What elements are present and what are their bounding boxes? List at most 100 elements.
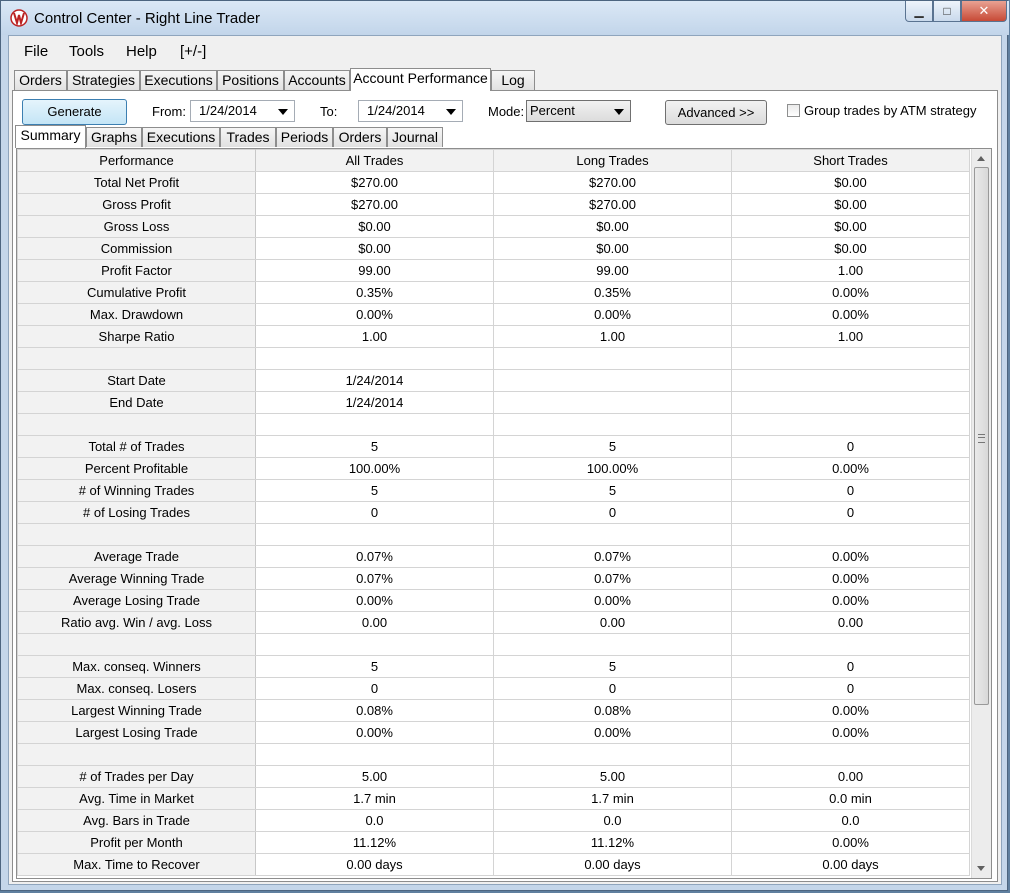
from-date-value: 1/24/2014	[199, 103, 257, 118]
table-row[interactable]	[17, 413, 970, 436]
metric-value-cell: 0.07%	[255, 567, 494, 590]
table-row[interactable]: Sharpe Ratio 1.00 1.00 1.00	[17, 325, 970, 348]
table-row[interactable]: Largest Losing Trade 0.00% 0.00% 0.00%	[17, 721, 970, 744]
vertical-scrollbar[interactable]	[971, 149, 991, 878]
tab-orders[interactable]: Orders	[14, 70, 67, 90]
table-row[interactable]: Cumulative Profit 0.35% 0.35% 0.00%	[17, 281, 970, 304]
generate-button[interactable]: Generate	[22, 99, 127, 125]
table-row[interactable]: Gross Profit $270.00 $270.00 $0.00	[17, 193, 970, 216]
table-row[interactable]	[17, 743, 970, 766]
metric-value-cell: 0	[493, 501, 732, 524]
title-bar[interactable]: Control Center - Right Line Trader ▁ □ ✕	[1, 1, 1009, 35]
table-row[interactable]: Total Net Profit $270.00 $270.00 $0.00	[17, 171, 970, 194]
table-row[interactable]: End Date 1/24/2014	[17, 391, 970, 414]
advanced-button[interactable]: Advanced >>	[665, 100, 767, 125]
metric-name-cell: Gross Loss	[17, 215, 256, 238]
column-header-long-trades[interactable]: Long Trades	[493, 149, 732, 172]
column-header-short-trades[interactable]: Short Trades	[731, 149, 970, 172]
table-row[interactable]: Avg. Bars in Trade 0.0 0.0 0.0	[17, 809, 970, 832]
scrollbar-thumb[interactable]	[974, 167, 989, 705]
tab-accounts[interactable]: Accounts	[284, 70, 350, 90]
maximize-button[interactable]: □	[933, 1, 961, 22]
table-row[interactable]: Ratio avg. Win / avg. Loss 0.00 0.00 0.00	[17, 611, 970, 634]
tab-graphs[interactable]: Graphs	[86, 127, 142, 147]
metric-value-cell: 0.0	[493, 809, 732, 832]
menu-tools[interactable]: Tools	[69, 43, 104, 60]
metric-value-cell: 100.00%	[255, 457, 494, 480]
group-trades-label: Group trades by ATM strategy	[804, 103, 977, 118]
metric-value-cell: $270.00	[255, 171, 494, 194]
table-row[interactable]: # of Losing Trades 0 0 0	[17, 501, 970, 524]
menu-file[interactable]: File	[24, 43, 48, 60]
tab-account-performance[interactable]: Account Performance	[350, 68, 491, 91]
table-row[interactable]: Max. conseq. Losers 0 0 0	[17, 677, 970, 700]
metric-value-cell: $0.00	[731, 171, 970, 194]
table-row[interactable]: Profit Factor 99.00 99.00 1.00	[17, 259, 970, 282]
metric-value-cell: 0	[493, 677, 732, 700]
metric-value-cell: 1.00	[255, 325, 494, 348]
table-row[interactable]	[17, 347, 970, 370]
menu-help[interactable]: Help	[126, 43, 157, 60]
tab-strategies[interactable]: Strategies	[67, 70, 140, 90]
table-row[interactable]: Average Winning Trade 0.07% 0.07% 0.00%	[17, 567, 970, 590]
metric-name-cell: Max. conseq. Winners	[17, 655, 256, 678]
table-row[interactable]: Average Trade 0.07% 0.07% 0.00%	[17, 545, 970, 568]
table-row[interactable]	[17, 523, 970, 546]
metric-value-cell: 0.0	[731, 809, 970, 832]
table-row[interactable]: # of Winning Trades 5 5 0	[17, 479, 970, 502]
table-row[interactable]: Max. Time to Recover 0.00 days 0.00 days 0.…	[17, 853, 970, 876]
metric-name-cell: Avg. Bars in Trade	[17, 809, 256, 832]
column-header-performance[interactable]: Performance	[17, 149, 256, 172]
table-row[interactable]: Largest Winning Trade 0.08% 0.08% 0.00%	[17, 699, 970, 722]
tab-executions[interactable]: Executions	[140, 70, 217, 90]
to-date-value: 1/24/2014	[367, 103, 425, 118]
tab-trades[interactable]: Trades	[220, 127, 276, 147]
scroll-up-icon[interactable]	[977, 156, 985, 161]
metric-value-cell	[493, 347, 732, 370]
metric-value-cell: 0.00	[493, 611, 732, 634]
metric-value-cell: $270.00	[493, 171, 732, 194]
metric-value-cell: 0.00%	[731, 831, 970, 854]
table-row[interactable]: Max. conseq. Winners 5 5 0	[17, 655, 970, 678]
metric-value-cell	[731, 743, 970, 766]
table-row[interactable]: # of Trades per Day 5.00 5.00 0.00	[17, 765, 970, 788]
tab-log[interactable]: Log	[491, 70, 535, 90]
metric-name-cell: # of Losing Trades	[17, 501, 256, 524]
table-row[interactable]: Percent Profitable 100.00% 100.00% 0.00%	[17, 457, 970, 480]
close-button[interactable]: ✕	[961, 1, 1007, 22]
control-center-window: Control Center - Right Line Trader ▁ □ ✕…	[0, 0, 1009, 891]
minimize-button[interactable]: ▁	[905, 1, 933, 22]
metric-value-cell: 0.00%	[255, 589, 494, 612]
metric-value-cell: 0.00	[255, 611, 494, 634]
mode-label: Mode:	[488, 104, 525, 119]
tab-journal[interactable]: Journal	[387, 127, 443, 147]
table-row[interactable]: Start Date 1/24/2014	[17, 369, 970, 392]
metric-value-cell: 5	[493, 435, 732, 458]
metric-value-cell	[731, 391, 970, 414]
tab-orders-sub[interactable]: Orders	[333, 127, 387, 147]
table-row[interactable]: Gross Loss $0.00 $0.00 $0.00	[17, 215, 970, 238]
to-date-picker[interactable]: 1/24/2014	[358, 100, 463, 122]
from-date-picker[interactable]: 1/24/2014	[190, 100, 295, 122]
table-row[interactable]: Total # of Trades 5 5 0	[17, 435, 970, 458]
group-trades-checkbox[interactable]	[787, 104, 800, 117]
tab-periods[interactable]: Periods	[276, 127, 333, 147]
metric-name-cell: Total # of Trades	[17, 435, 256, 458]
metric-value-cell: $0.00	[493, 215, 732, 238]
table-row[interactable]	[17, 633, 970, 656]
table-row[interactable]: Average Losing Trade 0.00% 0.00% 0.00%	[17, 589, 970, 612]
table-row[interactable]: Max. Drawdown 0.00% 0.00% 0.00%	[17, 303, 970, 326]
tab-summary[interactable]: Summary	[15, 125, 86, 148]
metric-name-cell: Ratio avg. Win / avg. Loss	[17, 611, 256, 634]
column-header-all-trades[interactable]: All Trades	[255, 149, 494, 172]
tab-positions[interactable]: Positions	[217, 70, 284, 90]
metric-value-cell: 1.7 min	[493, 787, 732, 810]
table-row[interactable]: Profit per Month 11.12% 11.12% 0.00%	[17, 831, 970, 854]
table-row[interactable]: Avg. Time in Market 1.7 min 1.7 min 0.0 min	[17, 787, 970, 810]
menu-expand-collapse[interactable]: [+/-]	[180, 43, 206, 60]
table-row[interactable]: Commission $0.00 $0.00 $0.00	[17, 237, 970, 260]
mode-select[interactable]: Percent	[526, 100, 631, 122]
scroll-down-icon[interactable]	[977, 866, 985, 871]
tab-executions-sub[interactable]: Executions	[142, 127, 220, 147]
metric-value-cell: 0	[255, 677, 494, 700]
